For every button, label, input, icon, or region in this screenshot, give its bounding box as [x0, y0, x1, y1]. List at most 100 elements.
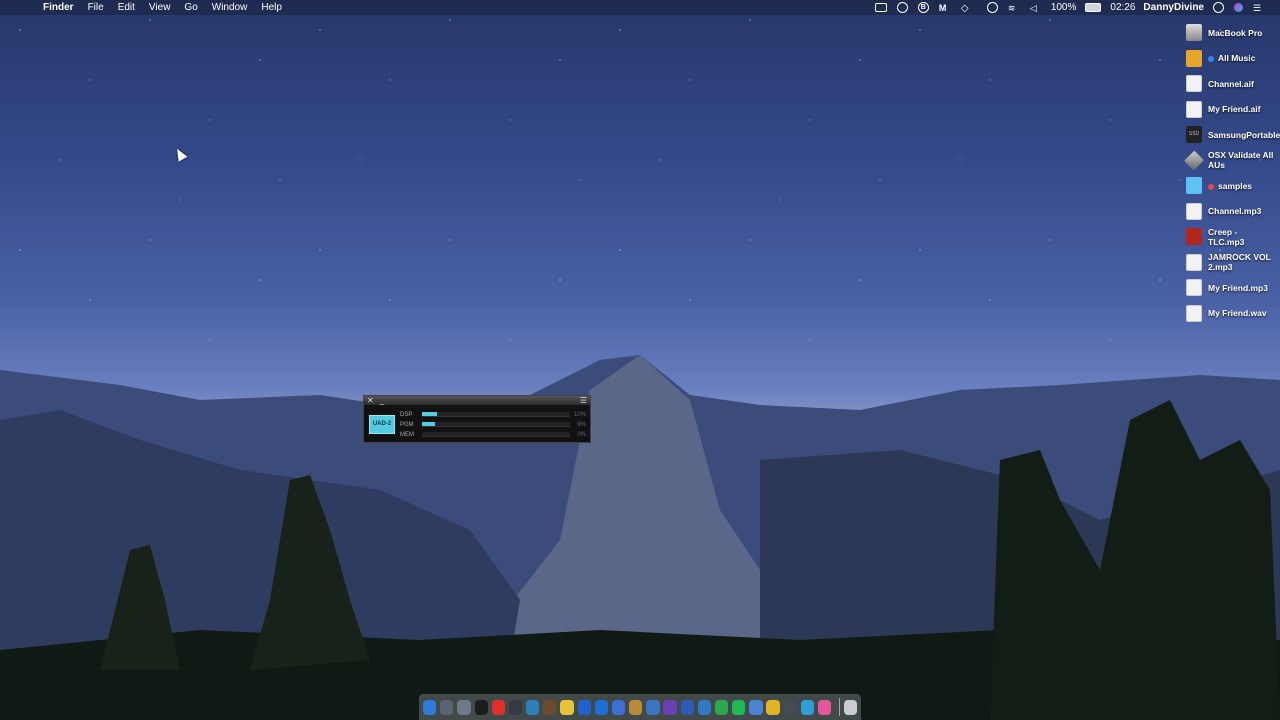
- malwarebytes-icon[interactable]: M: [939, 3, 951, 13]
- desktop-icon-label: My Friend.mp3: [1208, 283, 1268, 293]
- spotify-icon[interactable]: [732, 699, 746, 715]
- menu-window[interactable]: Window: [205, 0, 255, 15]
- wifi-icon[interactable]: ≋: [1008, 3, 1020, 13]
- desktop-icon-label: SamsungPortableSSD: [1208, 130, 1280, 140]
- menu-view[interactable]: View: [142, 0, 178, 15]
- meter-bar: [422, 432, 570, 437]
- spotlight-search-icon[interactable]: [1213, 2, 1224, 13]
- opera-icon[interactable]: [491, 699, 505, 715]
- desktop-icon[interactable]: Channel.aif: [1186, 71, 1274, 97]
- safari-blue-icon[interactable]: [577, 699, 591, 715]
- uad-menu-icon[interactable]: ☰: [577, 396, 590, 405]
- desktop-icon-text: My Friend.mp3: [1208, 282, 1268, 293]
- firefox-icon[interactable]: [663, 699, 677, 715]
- battery-icon[interactable]: [1085, 3, 1102, 12]
- headphones-icon[interactable]: [783, 699, 797, 715]
- wordpress-icon[interactable]: [697, 699, 712, 715]
- steam-icon[interactable]: [508, 699, 523, 715]
- desktop-icon[interactable]: Channel.mp3: [1186, 199, 1274, 225]
- downloader-icon[interactable]: [611, 699, 626, 715]
- word-icon[interactable]: [680, 699, 694, 715]
- itunes-icon[interactable]: [817, 699, 832, 715]
- uad-row-dsp: DSP 10%: [400, 410, 586, 419]
- menu-edit[interactable]: Edit: [111, 0, 142, 15]
- desktop-icon[interactable]: My Friend.wav: [1186, 301, 1274, 327]
- close-icon[interactable]: ✕: [364, 396, 377, 405]
- desktop-icon-label: Channel.aif: [1208, 79, 1254, 89]
- minimize-icon[interactable]: _: [377, 396, 387, 405]
- notification-center-icon[interactable]: ☰: [1253, 3, 1265, 13]
- trash-icon[interactable]: [844, 699, 858, 715]
- desktop-icon-label: My Friend.aif: [1208, 104, 1260, 114]
- finder-icon[interactable]: [423, 699, 437, 715]
- meter-key: PGM: [400, 421, 414, 428]
- meter-key: DSP: [400, 411, 413, 418]
- cloud-sync-icon[interactable]: [896, 2, 908, 13]
- diamond-vpn-icon[interactable]: ◇: [961, 3, 977, 14]
- desktop-icon[interactable]: samples: [1186, 173, 1274, 199]
- desktop-icon-label: My Friend.wav: [1208, 308, 1267, 318]
- tag-dot-icon: [1208, 56, 1214, 62]
- menu-help[interactable]: Help: [254, 0, 289, 15]
- screen-record-icon[interactable]: [874, 3, 887, 12]
- file-icon: [1186, 279, 1202, 297]
- xcode-icon[interactable]: [526, 699, 540, 715]
- starfield: [0, 0, 1280, 380]
- stream-icon[interactable]: [800, 699, 815, 715]
- meter-bar: [422, 412, 570, 417]
- uad-row-pgm: PGM 9%: [400, 420, 586, 429]
- desktop-icon-text: My Friend.wav: [1208, 308, 1267, 319]
- meter-bar: [422, 422, 570, 427]
- desktop-icon-text: Channel.aif: [1208, 78, 1254, 89]
- meter-value: 0%: [577, 431, 586, 438]
- uad-titlebar[interactable]: ✕ _ ☰: [364, 396, 590, 405]
- file-icon: [1186, 253, 1202, 271]
- desktop-icon-text: samples: [1218, 180, 1253, 191]
- time-machine-icon[interactable]: [986, 2, 998, 13]
- battery-percent: 100%: [1050, 2, 1077, 13]
- siri-icon[interactable]: [1234, 3, 1243, 12]
- mail-icon[interactable]: [749, 699, 763, 715]
- app-menu-finder[interactable]: Finder: [36, 0, 81, 15]
- volume-icon[interactable]: ◁: [1030, 3, 1042, 13]
- desktop-icon-label: MacBook Pro: [1208, 28, 1262, 38]
- uad-logo: UAD-2: [369, 415, 395, 434]
- desktop-icon-label: JAMROCK VOL 2.mp3: [1208, 252, 1274, 272]
- desktop-icon[interactable]: My Friend.aif: [1186, 97, 1274, 123]
- notes-icon[interactable]: [560, 699, 574, 715]
- album-icon: [1186, 228, 1202, 246]
- menu-clock[interactable]: 02:26: [1110, 2, 1135, 13]
- file-icon: [1186, 100, 1202, 118]
- desktop-icon[interactable]: JAMROCK VOL 2.mp3: [1186, 250, 1274, 276]
- mail-plane-icon[interactable]: [440, 699, 454, 715]
- preview-icon[interactable]: [457, 699, 471, 715]
- meter-value: 10%: [573, 411, 586, 418]
- desktop-icon[interactable]: My Friend.mp3: [1186, 275, 1274, 301]
- bitcoin-icon[interactable]: B: [917, 2, 929, 13]
- desktop-icon[interactable]: Creep - TLC.mp3: [1186, 224, 1274, 250]
- messages-icon[interactable]: [714, 699, 729, 715]
- desktop-icon[interactable]: MacBook Pro: [1186, 20, 1274, 46]
- desktop-icon[interactable]: SSD SamsungPortableSSD: [1186, 122, 1280, 148]
- bbedit-icon[interactable]: [594, 699, 608, 715]
- meter-value: 9%: [577, 421, 586, 428]
- desktop-icon[interactable]: All Music: [1186, 46, 1274, 72]
- desktop-icon[interactable]: OSX Validate All AUs: [1184, 148, 1274, 174]
- scissors-icon[interactable]: [543, 699, 557, 715]
- file-icon: [1186, 304, 1202, 322]
- file-icon: [1186, 75, 1202, 93]
- menu-file[interactable]: File: [81, 0, 111, 15]
- meter-key: MEM: [400, 431, 414, 438]
- torrent-icon[interactable]: [646, 699, 660, 715]
- desktop-icon-text: My Friend.aif: [1208, 104, 1261, 115]
- menu-go[interactable]: Go: [177, 0, 204, 15]
- ssd-icon: SSD: [1186, 126, 1202, 144]
- meter-fill: [422, 412, 437, 416]
- safari-icon[interactable]: [474, 699, 488, 715]
- uad-meter-window[interactable]: ✕ _ ☰ UAD-2 DSP 10% PGM 9% MEM 0%: [363, 395, 591, 443]
- folder-icon[interactable]: [629, 699, 643, 715]
- uad-row-mem: MEM 0%: [400, 430, 586, 439]
- desktop-icon-text: Creep - TLC.mp3: [1208, 226, 1245, 247]
- logic-icon[interactable]: [766, 699, 780, 715]
- user-name[interactable]: DannyDivine: [1143, 2, 1204, 13]
